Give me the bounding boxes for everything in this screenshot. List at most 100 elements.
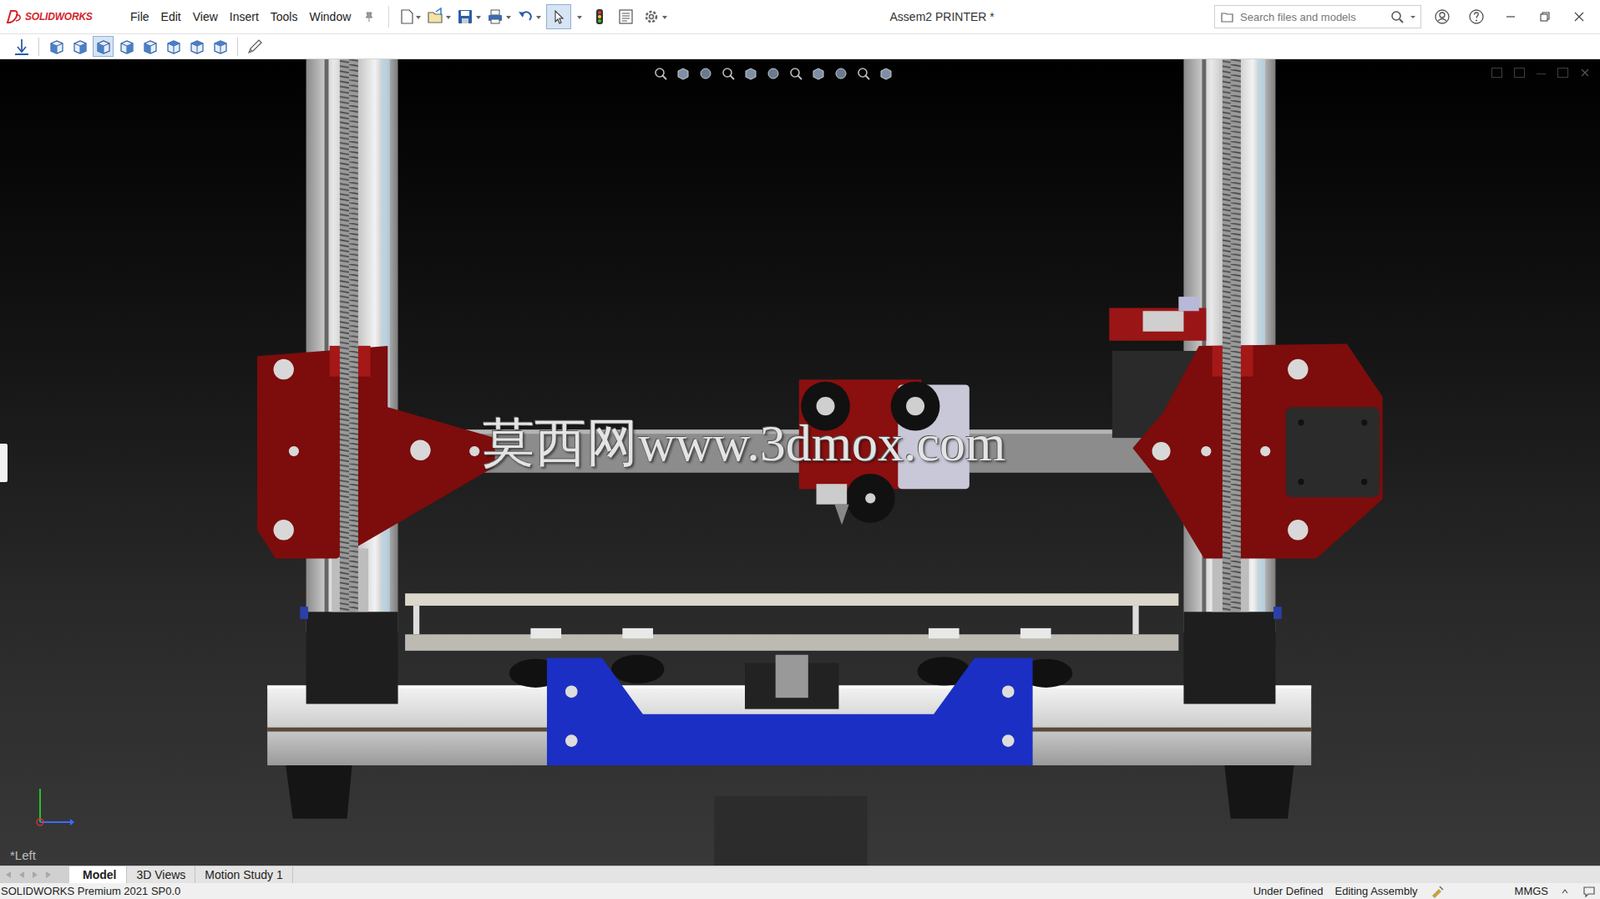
- menu-item[interactable]: View: [187, 6, 224, 27]
- view-orientation-button[interactable]: [69, 35, 91, 57]
- rebuild-status-icon[interactable]: [1429, 884, 1445, 898]
- product-version: SOLIDWORKS Premium 2021 SP0.0: [0, 885, 181, 897]
- status-item: Under Defined: [1253, 885, 1324, 897]
- view-cube-icon: [165, 38, 183, 56]
- window-controls: [1432, 7, 1600, 26]
- menu-item[interactable]: Insert: [223, 6, 265, 27]
- graphics-area[interactable]: 莫西网www.3dmox.com *Left: [0, 59, 1600, 866]
- close-icon[interactable]: [1569, 7, 1589, 26]
- help-icon[interactable]: [1467, 7, 1486, 26]
- tab-scroll-arrow-icon[interactable]: [41, 867, 56, 882]
- view-tool-icon[interactable]: [653, 65, 669, 82]
- status-item: Editing Assembly: [1335, 885, 1418, 897]
- right-x-end-bracket: [1112, 343, 1383, 558]
- right-lead-screw: [1222, 59, 1241, 612]
- view-tool-icon[interactable]: [720, 65, 736, 82]
- menu-bar: FileEditViewInsertToolsWindow: [124, 6, 375, 27]
- save-icon[interactable]: [455, 7, 483, 26]
- right-motor-clip: [1273, 606, 1282, 619]
- user-account-icon[interactable]: [1432, 7, 1452, 26]
- options-gear-icon[interactable]: [641, 7, 670, 26]
- view-toolbar: [0, 34, 1600, 60]
- left-x-end-bracket: [257, 345, 496, 559]
- right-z-motor: [1183, 611, 1276, 704]
- new-document-icon[interactable]: [397, 7, 423, 26]
- split-view-icon[interactable]: [1513, 67, 1525, 78]
- cursor-arrow-icon: [550, 8, 568, 26]
- viewport-minimize-icon[interactable]: [1536, 71, 1546, 75]
- bed-knob[interactable]: [611, 654, 665, 684]
- search-dropdown-icon[interactable]: [1408, 10, 1418, 24]
- status-bar: SOLIDWORKS Premium 2021 SP0.0 Under Defi…: [0, 882, 1600, 899]
- viewport-close-icon[interactable]: [1579, 67, 1590, 78]
- y-pulley: [775, 654, 809, 698]
- view-tool-icon[interactable]: [878, 65, 894, 82]
- open-folder-icon[interactable]: [425, 7, 453, 26]
- solidworks-logo[interactable]: SOLIDWORKS: [0, 9, 125, 25]
- restore-icon[interactable]: [1535, 7, 1555, 26]
- view-orientation-button[interactable]: [92, 35, 114, 57]
- view-orientation-button[interactable]: [139, 35, 161, 57]
- view-cube-icon: [48, 38, 66, 56]
- view-orientation-button[interactable]: [162, 35, 184, 57]
- tab-scroll-arrow-icon[interactable]: [15, 867, 29, 882]
- view-orientation-button[interactable]: [186, 35, 208, 57]
- toolbar-separator: [388, 5, 390, 28]
- pin-icon[interactable]: [363, 10, 375, 23]
- toolbar-separator: [237, 37, 238, 56]
- bottom-tab-bar: Model3D ViewsMotion Study 1: [0, 865, 1600, 883]
- notification-icon[interactable]: [1581, 884, 1597, 898]
- title-bar: SOLIDWORKS FileEditViewInsertToolsWindow…: [0, 0, 1600, 35]
- view-tool-icon[interactable]: [743, 65, 759, 82]
- heated-bed: [405, 592, 1179, 651]
- view-cube-icon: [71, 38, 89, 56]
- select-tool-button[interactable]: [546, 4, 572, 30]
- tab-scroll-arrow-icon[interactable]: [1, 867, 16, 882]
- view-tool-icon[interactable]: [810, 65, 826, 82]
- menu-item[interactable]: Tools: [264, 6, 304, 27]
- print-icon[interactable]: [486, 7, 513, 26]
- view-orientation-button[interactable]: [209, 35, 231, 57]
- hide-show-icon[interactable]: [11, 36, 32, 57]
- bottom-tab[interactable]: Motion Study 1: [195, 865, 293, 883]
- left-lead-screw: [339, 59, 359, 612]
- bottom-tab[interactable]: Model: [69, 865, 127, 883]
- view-tool-icon[interactable]: [788, 65, 804, 82]
- split-view-icon[interactable]: [1491, 67, 1503, 78]
- undo-icon[interactable]: [516, 7, 543, 26]
- view-tool-icon[interactable]: [675, 65, 691, 82]
- folder-search-icon: [1220, 10, 1236, 24]
- bottom-tab[interactable]: 3D Views: [126, 865, 196, 883]
- menu-item[interactable]: File: [124, 6, 156, 27]
- floor-reflection: [713, 795, 867, 866]
- rebuild-icon[interactable]: [587, 7, 612, 26]
- view-orientation-button[interactable]: [45, 35, 67, 57]
- view-tool-icon[interactable]: [833, 65, 849, 82]
- minimize-icon[interactable]: [1501, 7, 1520, 26]
- unit-system[interactable]: MMGS: [1514, 885, 1549, 897]
- y-carriage-plate: [546, 657, 1033, 765]
- search-box[interactable]: Search files and models: [1214, 5, 1422, 29]
- view-orientation-button[interactable]: [116, 35, 137, 57]
- tab-scroll-arrow-icon[interactable]: [28, 867, 42, 882]
- menu-item[interactable]: Edit: [155, 6, 188, 27]
- panel-collapse-handle[interactable]: [0, 443, 8, 482]
- view-tool-icon[interactable]: [855, 65, 871, 82]
- view-orientation-label: *Left: [10, 847, 36, 862]
- axis-triad-icon: [33, 779, 76, 831]
- viewport-restore-icon[interactable]: [1557, 67, 1569, 78]
- view-cube-icon: [118, 38, 136, 56]
- view-tool-icon[interactable]: [765, 65, 781, 82]
- solidworks-window: SOLIDWORKS FileEditViewInsertToolsWindow…: [0, 0, 1600, 899]
- quick-access-toolbar: [397, 4, 670, 30]
- left-z-motor: [306, 611, 399, 704]
- menu-item[interactable]: Window: [303, 6, 357, 27]
- dropdown-arrow-icon[interactable]: [574, 7, 585, 26]
- toolbar-separator: [38, 37, 40, 56]
- file-properties-icon[interactable]: [614, 7, 638, 26]
- sketch-pencil-icon[interactable]: [244, 36, 265, 57]
- magnifier-icon[interactable]: [1390, 10, 1404, 24]
- units-up-arrow-icon[interactable]: [1559, 884, 1570, 898]
- view-tool-icon[interactable]: [698, 65, 714, 82]
- ds-logo-icon: [5, 9, 23, 25]
